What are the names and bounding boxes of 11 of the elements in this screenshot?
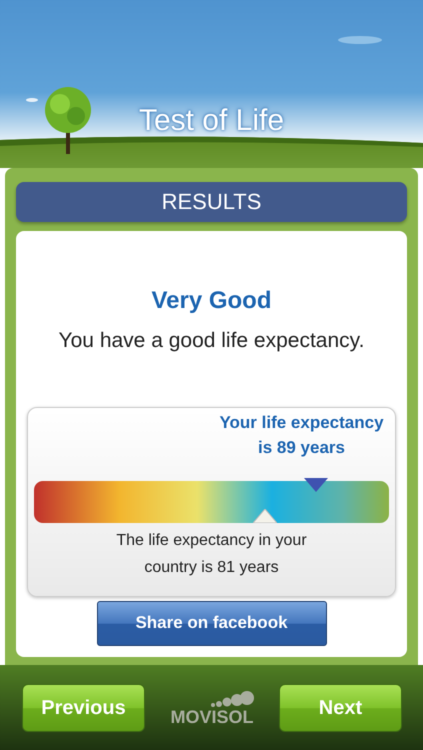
country-expectancy-text: The life expectancy in your country is 81 years bbox=[115, 530, 308, 578]
logo-text: MOVISOL bbox=[170, 708, 254, 726]
next-button[interactable]: Next bbox=[278, 684, 402, 732]
app-title: Test of Life bbox=[138, 103, 286, 139]
dots-icon bbox=[210, 690, 254, 708]
share-button[interactable]: Share on facebook bbox=[96, 600, 326, 646]
summary-text: You have a good life expectancy. bbox=[58, 328, 364, 354]
previous-button[interactable]: Previous bbox=[22, 684, 145, 732]
section-title: RESULTS bbox=[16, 182, 407, 222]
rating-text: Very Good bbox=[151, 286, 272, 316]
your-expectancy-text: Your life expectancy is 89 years bbox=[218, 412, 385, 458]
